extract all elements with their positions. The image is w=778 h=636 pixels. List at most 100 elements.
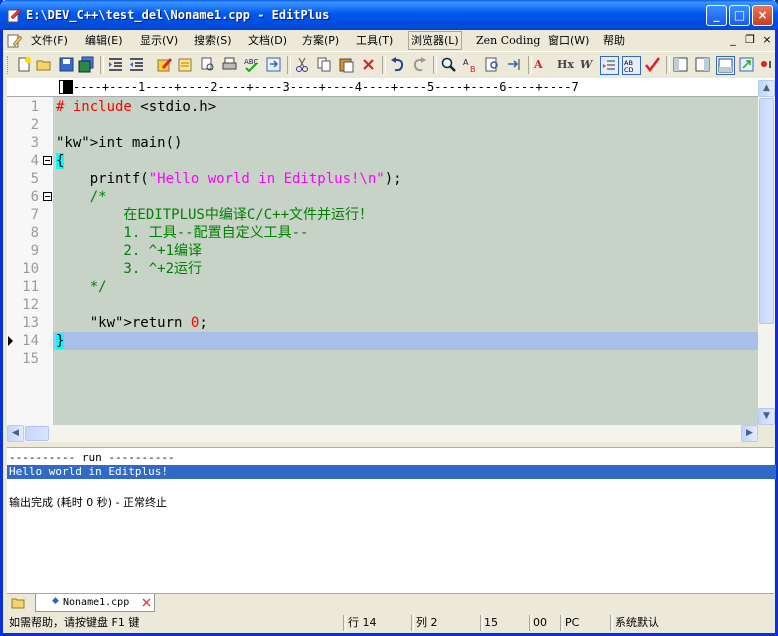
redo-icon[interactable] — [411, 56, 428, 73]
toolbar-separator — [433, 56, 437, 74]
menu-tools[interactable]: 工具(T) — [356, 32, 393, 49]
line-number-icon[interactable] — [600, 56, 619, 75]
code-line[interactable]: 4{ — [7, 152, 758, 170]
code-line[interactable]: 3 "kw">int main() — [7, 134, 758, 152]
spellcheck-icon[interactable]: ABC — [243, 56, 260, 73]
code-line[interactable]: 9 2. ^+1编译 — [7, 242, 758, 260]
maximize-button[interactable]: □ — [729, 5, 750, 26]
clipboard-note-icon[interactable] — [177, 56, 194, 73]
code-line[interactable]: 1 # include <stdio.h> — [7, 98, 758, 116]
tab-close-icon[interactable] — [142, 598, 151, 607]
menu-zen-coding[interactable]: Zen Coding — [476, 32, 540, 49]
output-line[interactable]: Hello world in Editplus! — [7, 465, 776, 479]
menu-help[interactable]: 帮助 — [603, 32, 625, 49]
mdi-restore-button[interactable]: ❐ — [742, 33, 758, 47]
menu-project[interactable]: 方案(P) — [302, 32, 339, 49]
line-number: 14 — [22, 333, 39, 349]
indent-icon[interactable] — [107, 56, 124, 73]
toolbar-separator — [666, 56, 670, 74]
code-line[interactable]: 15 — [7, 350, 758, 368]
edit-note-icon[interactable] — [156, 56, 173, 73]
scroll-up-icon[interactable]: ▲ — [758, 80, 775, 97]
print-preview-icon[interactable] — [199, 56, 216, 73]
hscroll-thumb[interactable] — [25, 426, 49, 441]
column-ruler: ----+----1----+----2----+----3----+----4… — [7, 78, 774, 97]
save-all-icon[interactable] — [78, 56, 95, 73]
vertical-scrollbar[interactable]: ▲ ▼ — [758, 80, 775, 425]
scroll-down-icon[interactable]: ▼ — [758, 408, 775, 425]
code-line[interactable]: 6 /* — [7, 188, 758, 206]
copy-icon[interactable] — [316, 56, 333, 73]
menu-file[interactable]: 文件(F) — [31, 32, 68, 49]
browser-view-icon[interactable] — [265, 56, 282, 73]
code-editor[interactable]: 1 # include <stdio.h> 2 3 "kw">int main() 4{5… — [7, 97, 758, 425]
find-icon[interactable] — [440, 56, 457, 73]
replace-icon[interactable]: AB — [462, 56, 479, 73]
menu-edit[interactable]: 编辑(E) — [85, 32, 123, 49]
document-pencil-icon[interactable] — [7, 33, 23, 49]
code-line[interactable]: 11 */ — [7, 278, 758, 296]
menu-window[interactable]: 窗口(W) — [548, 32, 589, 49]
mdi-close-button[interactable]: × — [759, 33, 775, 47]
new-file-icon[interactable] — [16, 56, 33, 73]
line-number: 12 — [22, 297, 39, 313]
output-line[interactable]: 输出完成 (耗时 0 秒) - 正常终止 — [7, 496, 776, 510]
delete-icon[interactable] — [360, 56, 377, 73]
line-number: 3 — [30, 135, 39, 151]
cliptext-window-icon[interactable] — [694, 56, 711, 73]
status-encoding[interactable]: 系统默认 — [615, 616, 659, 630]
check-icon[interactable] — [644, 56, 661, 73]
save-icon[interactable] — [58, 56, 75, 73]
folder-icon[interactable] — [11, 596, 25, 610]
output-window-icon[interactable] — [716, 56, 735, 75]
open-folder-icon[interactable] — [36, 56, 53, 73]
toolbar-grip[interactable] — [7, 56, 10, 74]
column-ruler-icon[interactable]: ABCD — [622, 56, 641, 75]
record-icon[interactable] — [760, 56, 774, 73]
undo-icon[interactable] — [389, 56, 406, 73]
fold-toggle-icon[interactable] — [43, 192, 52, 201]
paste-icon[interactable] — [338, 56, 355, 73]
cut-icon[interactable] — [294, 56, 311, 73]
output-line[interactable] — [7, 479, 776, 493]
minimize-button[interactable]: _ — [706, 5, 727, 26]
code-line[interactable]: 2 — [7, 116, 758, 134]
output-line[interactable]: ---------- run ---------- — [7, 451, 776, 465]
scroll-right-icon[interactable]: ▶ — [741, 425, 758, 442]
code-line[interactable]: 13 "kw">return 0; — [7, 314, 758, 332]
find-in-files-icon[interactable] — [484, 56, 501, 73]
status-column[interactable]: 列 2 — [416, 616, 438, 630]
mdi-minimize-button[interactable]: _ — [725, 33, 741, 47]
tab-noname1[interactable]: ◆ Noname1.cpp — [35, 594, 155, 612]
close-button[interactable]: × — [752, 5, 773, 26]
goto-line-icon[interactable] — [506, 56, 523, 73]
title-bar[interactable]: E:\DEV_C++\test_del\Noname1.cpp - EditPl… — [0, 0, 778, 30]
status-line[interactable]: 行 14 — [348, 616, 377, 630]
code-line[interactable]: 5 printf("Hello world in Editplus!\n"); — [7, 170, 758, 188]
menu-browser[interactable]: 浏览器(L) — [408, 31, 462, 50]
code-line[interactable]: 14} — [7, 332, 758, 350]
code-line[interactable]: 7 在EDITPLUS中编译C/C++文件并运行！ — [7, 206, 758, 224]
fullscreen-icon[interactable] — [738, 56, 755, 73]
code-line[interactable]: 12 — [7, 296, 758, 314]
code-line[interactable]: 8 1. 工具--配置自定义工具-- — [7, 224, 758, 242]
code-line[interactable]: 10 3. ^+2运行 — [7, 260, 758, 278]
word-wrap-icon[interactable]: W — [580, 58, 592, 71]
directory-window-icon[interactable] — [672, 56, 689, 73]
output-window[interactable]: ---------- run ---------- Hello world in … — [7, 447, 776, 594]
code-text: 1. 工具--配置自定义工具-- — [56, 225, 309, 241]
horizontal-scrollbar[interactable]: ◀ ▶ — [7, 425, 758, 442]
menu-view[interactable]: 显示(V) — [140, 32, 178, 49]
hex-view-icon[interactable]: Hx — [557, 58, 574, 71]
outdent-icon[interactable] — [128, 56, 145, 73]
menu-document[interactable]: 文档(D) — [248, 32, 287, 49]
font-icon[interactable]: A — [534, 58, 543, 71]
scroll-thumb[interactable] — [759, 98, 774, 324]
menu-search[interactable]: 搜索(S) — [194, 32, 232, 49]
tab-label: Noname1.cpp — [63, 597, 130, 608]
status-file-format[interactable]: PC — [565, 616, 579, 630]
print-icon[interactable] — [221, 56, 238, 73]
scroll-left-icon[interactable]: ◀ — [7, 425, 24, 442]
fold-toggle-icon[interactable] — [43, 156, 52, 165]
document-tab-bar: ◆ Noname1.cpp — [7, 593, 774, 613]
